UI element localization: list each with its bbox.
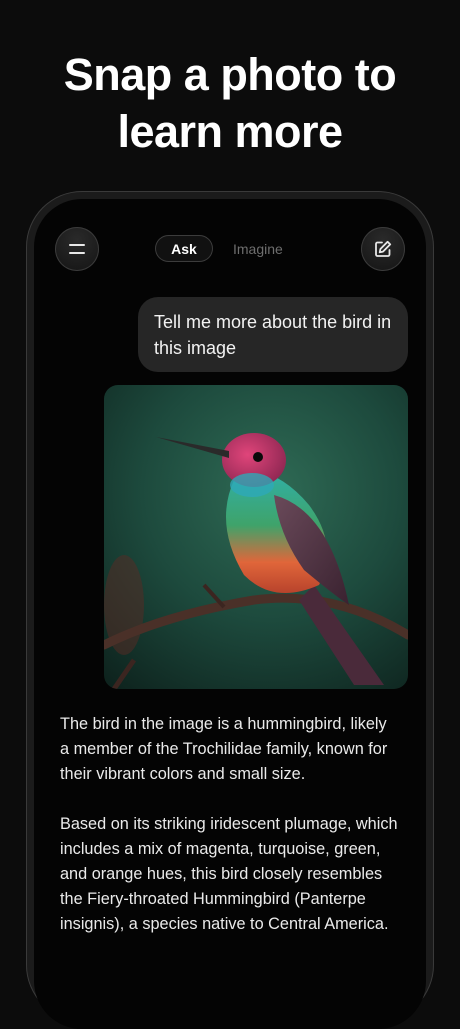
answer-paragraph-1: The bird in the image is a hummingbird, …	[60, 715, 388, 783]
phone-screen: Ask Imagine Tell me more about the bird …	[34, 199, 426, 1029]
new-chat-button[interactable]	[361, 227, 405, 271]
assistant-answer: The bird in the image is a hummingbird, …	[60, 712, 400, 962]
headline: Snap a photo to learn more	[0, 46, 460, 160]
answer-paragraph-2: Based on its striking iridescent plumage…	[60, 815, 398, 933]
menu-button[interactable]	[55, 227, 99, 271]
phone-frame: Ask Imagine Tell me more about the bird …	[26, 191, 434, 1029]
headline-line-2: learn more	[117, 106, 343, 157]
tab-ask[interactable]: Ask	[155, 235, 213, 262]
headline-line-1: Snap a photo to	[63, 49, 397, 100]
edit-icon	[375, 240, 392, 257]
hummingbird-photo[interactable]	[104, 385, 408, 689]
user-message-bubble: Tell me more about the bird in this imag…	[138, 297, 408, 372]
tab-imagine[interactable]: Imagine	[233, 235, 283, 262]
menu-icon	[69, 244, 85, 254]
